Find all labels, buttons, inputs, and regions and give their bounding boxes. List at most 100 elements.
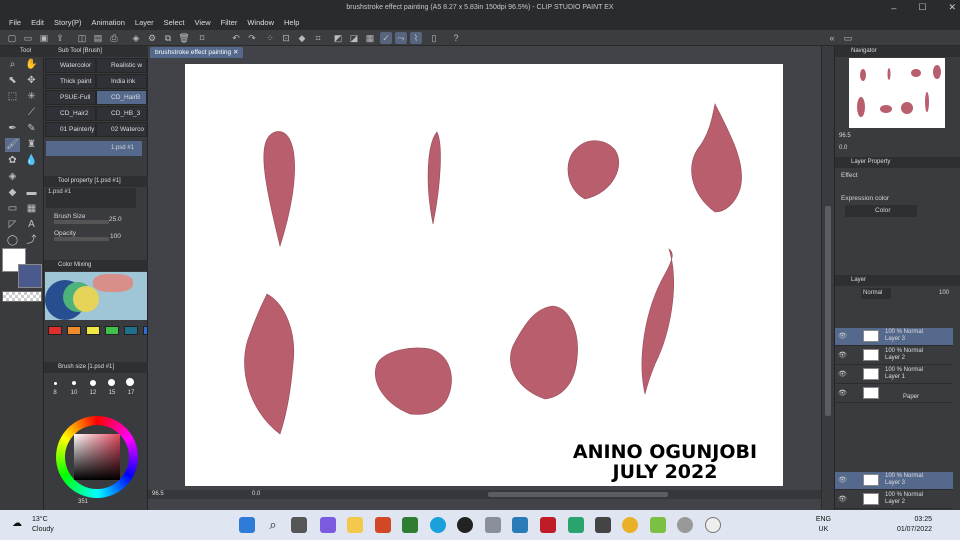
mix-swatch-orange[interactable] <box>67 326 81 335</box>
gradient-tool-icon[interactable]: ▬ <box>24 186 39 200</box>
new-file-icon[interactable]: ▢ <box>6 32 18 44</box>
save-icon[interactable]: ▣ <box>38 32 50 44</box>
transform-icon[interactable]: ⌑ <box>196 32 208 44</box>
mix-swatch-red[interactable] <box>48 326 62 335</box>
fill-icon[interactable]: ◆ <box>296 32 308 44</box>
deselect-icon[interactable]: ⁘ <box>264 32 276 44</box>
undo-icon[interactable]: ↶ <box>230 32 242 44</box>
move-tool-icon[interactable]: ✥ <box>24 74 39 88</box>
layer-opacity-value[interactable]: 100 <box>939 290 949 296</box>
sub-tool-item-selected[interactable]: CD_HairB <box>96 90 147 105</box>
eye-icon[interactable]: 👁 <box>838 351 847 359</box>
layer-row[interactable]: 👁 100 % Normal Layer 1 <box>835 366 953 384</box>
minimize-button[interactable]: – <box>891 3 896 13</box>
horizontal-scrollbar[interactable] <box>488 492 668 497</box>
snap-icon[interactable]: ◪ <box>348 32 360 44</box>
snap-ruler-icon[interactable]: ✓ <box>380 32 392 44</box>
hand-tool-icon[interactable]: ✋ <box>24 58 39 72</box>
dell-icon[interactable] <box>457 517 473 533</box>
3d-viewer-icon[interactable] <box>568 517 584 533</box>
menu-file[interactable]: File <box>4 18 26 27</box>
redo-icon[interactable]: ↷ <box>246 32 258 44</box>
clip-studio-icon[interactable] <box>705 517 721 533</box>
sub-color-swatch[interactable] <box>18 264 42 288</box>
print-icon[interactable]: ⎙ <box>108 32 120 44</box>
menu-story[interactable]: Story(P) <box>49 18 87 27</box>
layers-icon[interactable]: ◈ <box>130 32 142 44</box>
menu-edit[interactable]: Edit <box>26 18 49 27</box>
eyedropper-icon[interactable]: ⟋ <box>24 106 39 120</box>
vertical-scrollbar[interactable] <box>821 46 834 510</box>
navigator-preview[interactable] <box>849 58 945 128</box>
brush-size-option[interactable]: 17 <box>123 390 139 396</box>
task-view-icon[interactable] <box>291 517 307 533</box>
menu-select[interactable]: Select <box>159 18 190 27</box>
sub-tool-item[interactable]: CD_Hair2 <box>45 106 96 121</box>
panel-expand-icon[interactable]: « <box>826 32 838 44</box>
figure-tool-icon[interactable]: ▭ <box>5 202 20 216</box>
mix-swatch-yellow[interactable] <box>86 326 100 335</box>
photos-icon[interactable] <box>512 517 528 533</box>
color-wheel[interactable] <box>56 416 138 498</box>
eraser-tool-icon[interactable]: ◈ <box>5 170 20 184</box>
correct-line-icon[interactable]: ⤴ <box>24 234 39 248</box>
edge-icon[interactable] <box>430 517 446 533</box>
brush-size-dot[interactable] <box>72 381 76 385</box>
copy-icon[interactable]: ⧉ <box>162 32 174 44</box>
sub-tool-item[interactable]: PSUE-Full <box>45 90 96 105</box>
magic-wand-icon[interactable]: ✳ <box>24 90 39 104</box>
app-icon[interactable] <box>677 517 693 533</box>
search-icon[interactable]: ⌕ <box>265 517 281 533</box>
maximize-button[interactable]: ☐ <box>918 2 926 13</box>
blend-tool-icon[interactable]: 💧 <box>24 154 39 168</box>
snap2-icon[interactable]: ▦ <box>364 32 376 44</box>
menu-window[interactable]: Window <box>242 18 279 27</box>
brush-preview-bar[interactable]: 1.psd #1 <box>46 141 142 156</box>
mcafee-icon[interactable] <box>540 517 556 533</box>
layer-row[interactable]: 👁 100 % Normal Layer 3 <box>835 472 953 490</box>
selection-tool-icon[interactable]: ⬚ <box>5 90 20 104</box>
airbrush-tool-icon[interactable]: ♜ <box>24 138 39 152</box>
import-icon[interactable]: ▤ <box>92 32 104 44</box>
clip-icon[interactable]: ◫ <box>76 32 88 44</box>
panel-close-icon[interactable]: ▭ <box>842 32 854 44</box>
language-indicator[interactable]: ENG UK <box>816 515 831 535</box>
zoom-tool-icon[interactable]: ⌕ <box>5 58 20 72</box>
paint3d-icon[interactable] <box>650 517 666 533</box>
sub-tool-item[interactable]: CD_HB_3 <box>96 106 147 121</box>
brush-size-dot[interactable] <box>126 378 134 386</box>
teams-icon[interactable] <box>320 517 336 533</box>
layer-row[interactable]: 👁 100 % Normal Layer 2 <box>835 491 953 509</box>
layer-row[interactable]: 👁 100 % Normal Layer 2 <box>835 347 953 365</box>
document-tab[interactable]: brushstroke effect painting ✕ <box>150 47 244 58</box>
operation-tool-icon[interactable]: ⬉ <box>5 74 20 88</box>
decoration-tool-icon[interactable]: ✿ <box>5 154 20 168</box>
windows-start-icon[interactable] <box>239 517 255 533</box>
snap-special-icon[interactable]: ⤳ <box>395 32 407 44</box>
store-icon[interactable] <box>402 517 418 533</box>
pencil-tool-icon[interactable]: ✎ <box>24 122 39 136</box>
eye-icon[interactable]: 👁 <box>838 495 847 503</box>
sub-tool-item[interactable]: Thick paint <box>45 74 96 89</box>
snap-grid-icon[interactable]: ⌇ <box>410 32 422 44</box>
pen-tool-icon[interactable]: ✒ <box>5 122 20 136</box>
layer-row-paper[interactable]: 👁 Paper <box>835 385 953 403</box>
fill-tool-icon[interactable]: ◆ <box>5 186 20 200</box>
eye-icon[interactable]: 👁 <box>838 332 847 340</box>
document-tab-close-icon[interactable]: ✕ <box>233 49 238 56</box>
trash-icon[interactable]: 🗑 <box>178 32 190 44</box>
brush-size-option[interactable]: 8 <box>47 390 63 396</box>
brush-size-option[interactable]: 12 <box>85 390 101 396</box>
sub-tool-item[interactable]: 01 Painterly <box>45 122 96 137</box>
device-icon[interactable]: ▯ <box>428 32 440 44</box>
clear-icon[interactable]: ⊡ <box>280 32 292 44</box>
sub-tool-item[interactable]: India ink <box>96 74 147 89</box>
layer-row[interactable]: 👁 100 % Normal Layer 3 <box>835 328 953 346</box>
blend-mode-select[interactable]: Normal <box>861 288 891 299</box>
color-mixing-canvas[interactable] <box>45 272 147 320</box>
chrome-icon[interactable] <box>622 517 638 533</box>
brush-tool-icon[interactable]: 🖌 <box>5 138 20 152</box>
sub-tool-item[interactable]: 02 Waterco <box>96 122 147 137</box>
navigator-zoom-value[interactable]: 96.5 <box>839 133 851 139</box>
brush-size-dot[interactable] <box>54 382 57 385</box>
